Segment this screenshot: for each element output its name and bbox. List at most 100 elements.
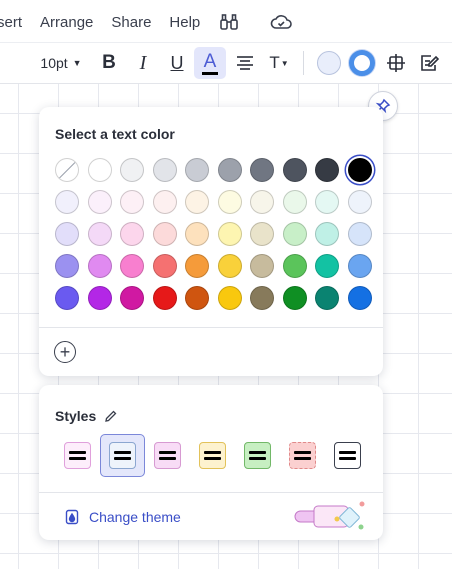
align-button[interactable] bbox=[234, 47, 256, 79]
color-swatch[interactable] bbox=[120, 286, 144, 310]
color-swatch[interactable] bbox=[217, 190, 242, 214]
color-swatch[interactable] bbox=[315, 286, 339, 310]
fill-color-swatch bbox=[317, 51, 341, 75]
style-preview-line bbox=[114, 451, 131, 454]
color-swatch[interactable] bbox=[282, 286, 307, 310]
text-size-button[interactable]: T ▼ bbox=[266, 47, 292, 79]
no-color-swatch[interactable] bbox=[55, 158, 79, 182]
stroke-color-swatch bbox=[349, 50, 375, 76]
color-swatch[interactable] bbox=[152, 254, 177, 278]
color-swatch[interactable] bbox=[315, 222, 339, 246]
color-swatch[interactable] bbox=[87, 190, 112, 214]
cloud-check-icon[interactable] bbox=[270, 12, 293, 32]
text-color-panel: Select a text color + bbox=[39, 107, 383, 376]
style-option[interactable] bbox=[325, 434, 370, 477]
bold-button[interactable]: B bbox=[98, 47, 120, 79]
color-swatch[interactable] bbox=[87, 158, 112, 182]
style-option-selected[interactable] bbox=[100, 434, 145, 477]
color-swatch[interactable] bbox=[55, 222, 79, 246]
fill-color-button[interactable] bbox=[316, 47, 342, 79]
color-swatch[interactable] bbox=[347, 254, 372, 278]
color-swatch[interactable] bbox=[152, 158, 177, 182]
text-color-button[interactable]: A bbox=[194, 47, 226, 79]
menu-share[interactable]: Share bbox=[111, 14, 151, 31]
align-center-icon bbox=[237, 56, 253, 70]
change-theme-button[interactable]: Change theme bbox=[65, 509, 181, 525]
color-swatch[interactable] bbox=[282, 190, 307, 214]
color-swatch[interactable] bbox=[315, 190, 339, 214]
styles-title: Styles bbox=[55, 408, 97, 424]
menu-bar: sert Arrange Share Help bbox=[0, 12, 322, 32]
color-swatch[interactable] bbox=[347, 222, 372, 246]
color-swatch[interactable] bbox=[217, 254, 242, 278]
color-swatch[interactable] bbox=[120, 190, 144, 214]
style-option[interactable] bbox=[55, 434, 100, 477]
color-swatch[interactable] bbox=[152, 190, 177, 214]
font-size-dropdown[interactable]: 10pt ▼ bbox=[36, 47, 86, 79]
text-toolbar: 10pt ▼ B I U A T ▼ bbox=[0, 43, 452, 83]
edit-shape-icon bbox=[421, 55, 440, 71]
color-swatch[interactable] bbox=[250, 158, 274, 182]
chevron-down-icon: ▼ bbox=[72, 58, 82, 68]
color-swatch[interactable] bbox=[347, 286, 372, 310]
style-preview-line bbox=[339, 451, 356, 454]
color-swatch[interactable] bbox=[185, 286, 209, 310]
menu-help[interactable]: Help bbox=[169, 14, 200, 31]
color-swatch[interactable] bbox=[55, 286, 79, 310]
styles-header: Styles bbox=[55, 408, 118, 424]
color-swatch[interactable] bbox=[315, 158, 339, 182]
underline-button[interactable]: U bbox=[166, 47, 188, 79]
style-preview-line bbox=[159, 457, 176, 460]
style-option[interactable] bbox=[280, 434, 325, 477]
color-swatch[interactable] bbox=[347, 190, 372, 214]
color-swatch[interactable] bbox=[250, 222, 274, 246]
crop-button[interactable] bbox=[384, 47, 408, 79]
chevron-down-icon: ▼ bbox=[280, 58, 289, 68]
text-color-icon: A bbox=[203, 50, 217, 72]
menu-insert[interactable]: sert bbox=[0, 14, 22, 31]
stroke-color-button[interactable] bbox=[348, 47, 376, 79]
color-swatch[interactable] bbox=[185, 222, 209, 246]
color-swatch[interactable] bbox=[55, 254, 79, 278]
pencil-icon[interactable] bbox=[104, 409, 118, 423]
color-swatch[interactable] bbox=[250, 254, 274, 278]
style-preview-line bbox=[204, 457, 221, 460]
style-preview bbox=[334, 442, 361, 469]
color-swatch[interactable] bbox=[315, 254, 339, 278]
color-swatch[interactable] bbox=[185, 190, 209, 214]
style-options bbox=[55, 434, 370, 477]
color-swatch[interactable] bbox=[120, 158, 144, 182]
color-swatch-selected[interactable] bbox=[347, 158, 372, 182]
color-swatch[interactable] bbox=[87, 222, 112, 246]
color-swatch[interactable] bbox=[87, 286, 112, 310]
italic-button[interactable]: I bbox=[132, 47, 154, 79]
edit-shape-button[interactable] bbox=[418, 47, 442, 79]
binoculars-icon[interactable] bbox=[218, 12, 240, 32]
color-swatch[interactable] bbox=[120, 254, 144, 278]
color-swatch[interactable] bbox=[282, 254, 307, 278]
color-swatch[interactable] bbox=[217, 158, 242, 182]
style-option[interactable] bbox=[145, 434, 190, 477]
style-option[interactable] bbox=[190, 434, 235, 477]
color-swatch[interactable] bbox=[217, 222, 242, 246]
color-swatch[interactable] bbox=[185, 158, 209, 182]
color-swatch[interactable] bbox=[87, 254, 112, 278]
color-swatch[interactable] bbox=[55, 190, 79, 214]
add-custom-color-button[interactable]: + bbox=[54, 341, 76, 363]
color-swatch[interactable] bbox=[120, 222, 144, 246]
font-size-value: 10pt bbox=[40, 55, 68, 71]
panel-title: Select a text color bbox=[55, 126, 175, 142]
color-swatch[interactable] bbox=[185, 254, 209, 278]
color-swatch[interactable] bbox=[152, 222, 177, 246]
menu-arrange[interactable]: Arrange bbox=[40, 14, 93, 31]
color-swatch[interactable] bbox=[250, 190, 274, 214]
color-swatch[interactable] bbox=[217, 286, 242, 310]
color-swatch[interactable] bbox=[282, 222, 307, 246]
color-swatch[interactable] bbox=[250, 286, 274, 310]
style-option[interactable] bbox=[235, 434, 280, 477]
paint-drop-icon bbox=[65, 509, 79, 525]
style-preview-line bbox=[114, 457, 131, 460]
color-swatch[interactable] bbox=[152, 286, 177, 310]
color-swatch[interactable] bbox=[282, 158, 307, 182]
theme-illustration bbox=[294, 501, 365, 530]
